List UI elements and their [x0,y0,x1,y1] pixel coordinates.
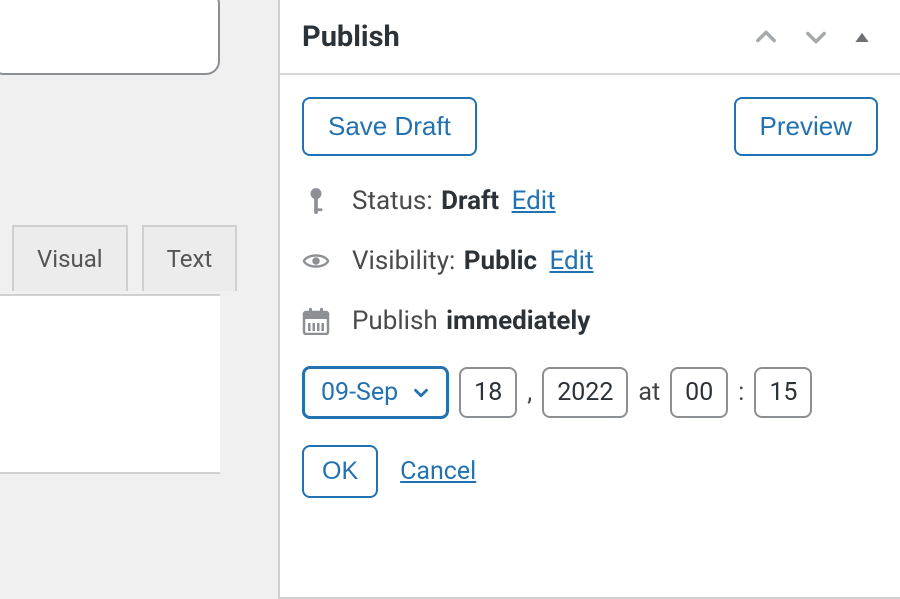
status-row: Status: Draft Edit [302,186,878,216]
editor-content-area[interactable] [0,294,220,474]
minute-input[interactable]: 15 [754,367,812,418]
schedule-inputs-row: 09-Sep 18 , 2022 at 00 : 15 [302,366,878,419]
eye-icon [302,251,330,271]
publish-top-buttons: Save Draft Preview [302,97,878,156]
month-select-value: 09-Sep [321,378,398,407]
panel-header-controls [752,23,872,51]
publish-panel-body: Save Draft Preview Status: Draft Edit Vi… [280,75,900,498]
schedule-confirm-row: OK Cancel [302,445,878,498]
date-comma: , [527,378,532,407]
month-select[interactable]: 09-Sep [302,366,449,419]
tab-text[interactable]: Text [142,225,238,291]
day-input[interactable]: 18 [459,367,517,418]
visibility-row: Visibility: Public Edit [302,246,878,276]
status-edit-link[interactable]: Edit [512,186,556,216]
publish-value: immediately [446,306,590,336]
status-value: Draft [441,186,499,216]
collapse-panel-icon[interactable] [852,27,872,47]
time-colon: : [738,378,744,407]
save-draft-button[interactable]: Save Draft [302,97,477,156]
move-down-icon[interactable] [802,23,830,51]
publish-label: Publish [352,306,438,336]
visibility-value: Public [464,246,537,276]
chevron-down-icon [410,382,432,404]
calendar-icon [302,307,330,335]
post-title-input[interactable] [0,0,220,75]
preview-button[interactable]: Preview [734,97,878,156]
move-up-icon[interactable] [752,23,780,51]
hour-input[interactable]: 00 [670,367,728,418]
ok-button[interactable]: OK [302,445,378,498]
cancel-link[interactable]: Cancel [400,457,476,486]
visibility-label: Visibility: [352,246,455,276]
at-label: at [638,378,660,407]
year-input[interactable]: 2022 [542,367,628,418]
visibility-edit-link[interactable]: Edit [549,246,593,276]
key-icon [302,186,330,216]
tab-visual[interactable]: Visual [12,225,128,291]
publish-panel-header: Publish [280,0,900,75]
publish-panel-title: Publish [302,20,752,54]
editor-tabs: Visual Text [12,225,247,291]
publish-schedule-row: Publish immediately [302,306,878,336]
status-label: Status: [352,186,433,216]
publish-panel: Publish Save Draft Preview Status: Draft [278,0,900,599]
